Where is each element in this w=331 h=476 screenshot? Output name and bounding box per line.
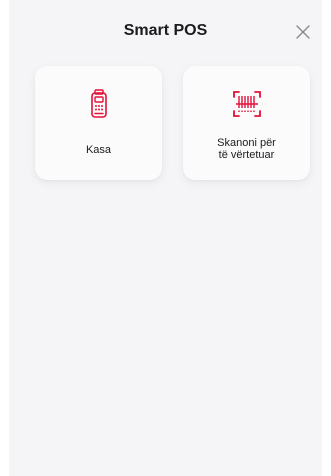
scan-label-line-2: të vërtetuar — [218, 149, 275, 161]
header: Smart POS — [9, 0, 322, 60]
scan-to-verify-card[interactable]: Skanoni për të vërtetuar — [183, 66, 310, 180]
page-title: Smart POS — [123, 22, 208, 39]
close-icon[interactable] — [295, 24, 311, 40]
barcode-scan-icon — [232, 91, 261, 117]
kasa-card[interactable]: Kasa — [35, 66, 162, 180]
scan-label-line-1: Skanoni për — [217, 137, 276, 149]
scan-to-verify-label: Skanoni për të vërtetuar — [183, 137, 310, 161]
kasa-label: Kasa — [85, 144, 112, 156]
smart-pos-sheet: Smart POS Kasa Skanoni për të vërtetuar — [9, 0, 322, 476]
pos-terminal-icon — [90, 89, 107, 118]
